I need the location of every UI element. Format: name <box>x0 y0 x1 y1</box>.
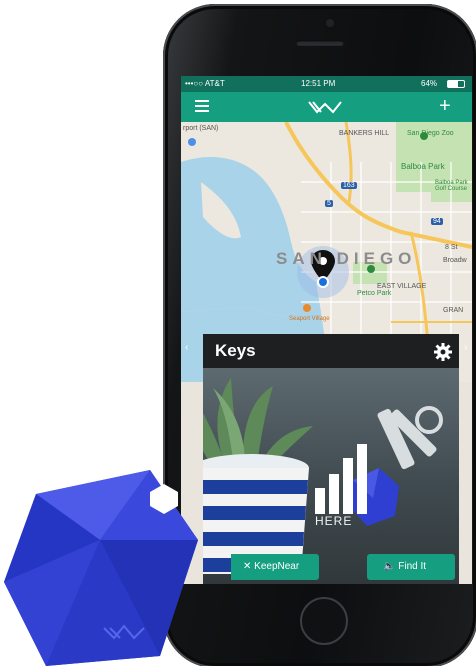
street-8-label: 8 St <box>445 244 458 251</box>
nav-bar: + <box>181 92 472 122</box>
add-button[interactable]: + <box>439 96 451 116</box>
front-camera <box>326 19 334 27</box>
carrier-label: •••○○ AT&T <box>185 79 225 88</box>
petco-park-label: Petco Park <box>357 290 392 297</box>
device-name: Keys <box>215 341 256 360</box>
speaker-icon: 🔈 <box>383 561 399 572</box>
gran-label: GRAN <box>443 307 464 314</box>
highway-163-shield: 163 <box>341 182 357 189</box>
device-card[interactable]: Keys HERE ✕ KeepNear 🔈 Find It <box>203 334 459 584</box>
balboa-golf-label: Balboa Park Golf Course <box>435 180 468 192</box>
earpiece-speaker <box>296 40 344 46</box>
device-photo: HERE <box>203 368 459 584</box>
battery-icon <box>447 80 465 88</box>
keepnear-button[interactable]: ✕ KeepNear <box>231 554 319 580</box>
seaport-village-label: Seaport Village <box>289 316 330 322</box>
battery-percent: 64% <box>421 79 438 88</box>
previous-card-arrow[interactable]: ‹ <box>185 342 188 353</box>
find-it-button[interactable]: 🔈 Find It <box>367 554 455 580</box>
next-card-arrow[interactable]: › <box>464 342 467 353</box>
bankers-hill-label: BANKERS HILL <box>339 130 390 137</box>
city-label: SAN DIEGO <box>276 249 417 268</box>
find-it-label: Find It <box>398 561 427 572</box>
highway-5-shield: 5 <box>325 200 333 207</box>
card-header: Keys <box>203 334 459 368</box>
keepnear-icon: ✕ <box>243 561 255 572</box>
broadway-label: Broadw <box>443 257 467 264</box>
proximity-status-text: HERE <box>315 514 353 528</box>
settings-gear-icon[interactable] <box>433 342 453 362</box>
clock: 12:51 PM <box>301 79 336 88</box>
san-diego-zoo-label: San Diego Zoo <box>407 130 454 137</box>
status-bar: •••○○ AT&T 12:51 PM 64% <box>181 76 472 92</box>
airport-label: rport (SAN) <box>183 125 219 132</box>
phone-screen: •••○○ AT&T 12:51 PM 64% + rport (SAN) BA… <box>181 76 472 584</box>
xy-tracker-device <box>4 470 198 666</box>
hamburger-menu-icon[interactable] <box>195 100 209 112</box>
keepnear-label: KeepNear <box>254 561 300 572</box>
proximity-bars-icon <box>315 444 367 514</box>
east-village-label: EAST VILLAGE <box>377 283 427 290</box>
home-button[interactable] <box>300 597 348 645</box>
balboa-park-label: Balboa Park <box>401 162 445 171</box>
highway-94-shield: 94 <box>431 218 443 225</box>
xy-logo-icon <box>308 101 342 114</box>
